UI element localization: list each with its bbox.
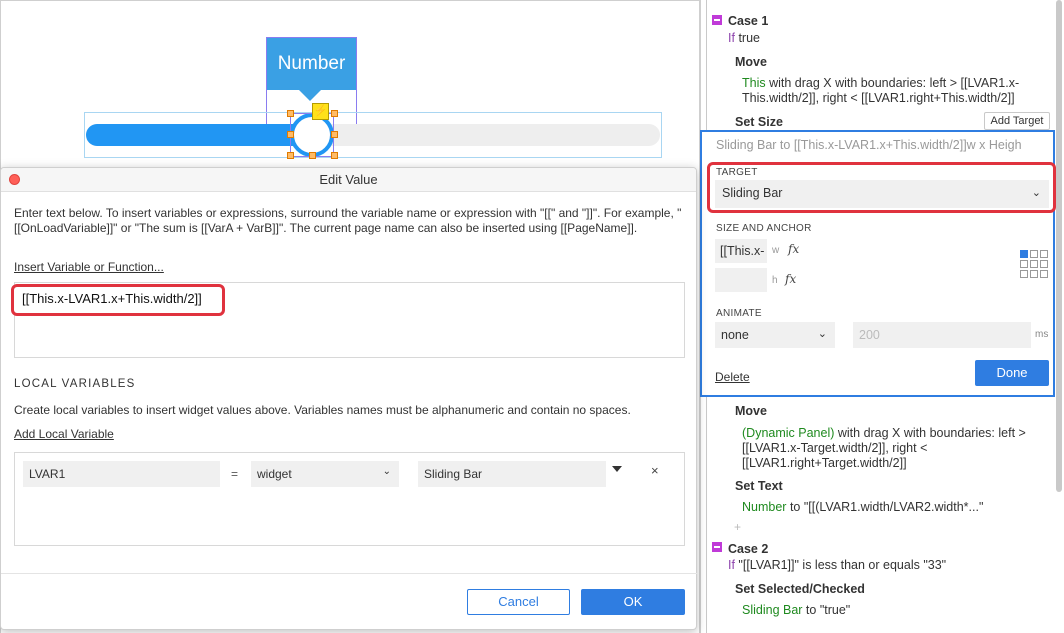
set-text-target: Number (742, 500, 787, 514)
variable-name-input[interactable]: LVAR1 (23, 461, 220, 487)
if-keyword: If (728, 558, 735, 572)
expression-text[interactable]: [[This.x-LVAR1.x+This.width/2]] (11, 284, 225, 316)
resize-handle[interactable] (309, 152, 316, 159)
size-anchor-label: SIZE AND ANCHOR (716, 223, 812, 234)
move2-detail: with drag X with boundaries: left > (834, 426, 1026, 440)
collapse-case-icon[interactable] (712, 15, 722, 25)
footer-divider (1, 573, 698, 574)
move-detail: with drag X with boundaries: left > [[LV… (765, 76, 1020, 90)
animate-value: none (721, 328, 749, 342)
ms-unit-label: ms (1035, 329, 1049, 340)
chevron-down-icon: ⌄ (382, 466, 391, 477)
function-icon[interactable]: fx (785, 272, 796, 286)
delete-variable-icon[interactable]: × (651, 463, 659, 478)
set-size-editor: Sliding Bar to [[This.x-LVAR1.x+This.wid… (700, 130, 1056, 397)
set-text-title[interactable]: Set Text (735, 479, 783, 493)
case-1-condition: If true (728, 31, 760, 45)
resize-handle[interactable] (331, 110, 338, 117)
resize-handle[interactable] (287, 152, 294, 159)
set-selected-detail: Sliding Bar to "true" (742, 603, 850, 617)
lightning-icon[interactable]: ⚡ (312, 103, 329, 120)
move2-target: (Dynamic Panel) (742, 426, 835, 440)
variable-type-select[interactable]: widget ⌄ (251, 461, 399, 487)
function-icon[interactable]: fx (788, 242, 799, 256)
target-highlight (707, 162, 1056, 213)
add-local-variable-link[interactable]: Add Local Variable (14, 427, 114, 441)
set-selected-target: Sliding Bar (742, 603, 803, 617)
dialog-titlebar: Edit Value (1, 168, 696, 192)
anchor-point[interactable] (1020, 250, 1028, 258)
set-size-title[interactable]: Set Size (735, 115, 783, 129)
resize-handle[interactable] (331, 131, 338, 138)
edit-value-dialog: Edit Value Enter text below. To insert v… (0, 167, 698, 630)
set-text-value: to "[[(LVAR1.width/LVAR2.width*..." (786, 500, 984, 514)
chevron-down-icon: ⌄ (817, 328, 827, 340)
ok-button[interactable]: OK (581, 589, 685, 615)
local-variables-description: Create local variables to insert widget … (14, 403, 631, 417)
condition-text: "[[LVAR1]]" is less than or equals "33" (734, 558, 947, 572)
dialog-description: Enter text below. To insert variables or… (14, 206, 682, 235)
anchor-point[interactable] (1020, 270, 1028, 278)
if-keyword: If (728, 31, 735, 45)
height-unit-label: h (772, 275, 778, 286)
move2-line2: [[LVAR1.x-Target.width/2]], right < (742, 441, 928, 455)
set-text-detail: Number to "[[(LVAR1.width/LVAR2.width*..… (742, 500, 983, 514)
anchor-point[interactable] (1030, 260, 1038, 268)
equals-sign: = (231, 467, 239, 481)
variable-type-value: widget (257, 467, 292, 481)
move-action-line1: This with drag X with boundaries: left >… (742, 76, 1019, 90)
variable-target-input[interactable]: Sliding Bar (418, 461, 606, 487)
case-2-condition: If "[[LVAR1]]" is less than or equals "3… (728, 558, 946, 572)
height-input[interactable] (715, 268, 767, 292)
anchor-point[interactable] (1020, 260, 1028, 268)
move2-line3: [[LVAR1.right+Target.width/2]] (742, 456, 907, 470)
condition-text: true (738, 31, 760, 45)
move-action-title-2[interactable]: Move (735, 404, 767, 418)
resize-handle[interactable] (287, 131, 294, 138)
action-summary: Sliding Bar to [[This.x-LVAR1.x+This.wid… (716, 138, 1022, 152)
anchor-point[interactable] (1030, 270, 1038, 278)
move-action-line2: This.width/2]], right < [[LVAR1.right+Th… (742, 91, 1015, 105)
duration-input[interactable]: 200 (853, 322, 1031, 348)
resize-handle[interactable] (331, 152, 338, 159)
sliding-bar[interactable] (86, 124, 312, 146)
anchor-point[interactable] (1040, 250, 1048, 258)
move-action-title[interactable]: Move (735, 55, 767, 69)
case-1-title[interactable]: Case 1 (728, 14, 768, 28)
anchor-grid[interactable] (1020, 250, 1048, 278)
delete-link[interactable]: Delete (715, 370, 750, 384)
local-variables-list: LVAR1 = widget ⌄ Sliding Bar × (14, 452, 685, 546)
anchor-point[interactable] (1040, 260, 1048, 268)
anchor-point[interactable] (1040, 270, 1048, 278)
resize-handle[interactable] (287, 110, 294, 117)
set-selected-title[interactable]: Set Selected/Checked (735, 582, 865, 596)
animate-label: ANIMATE (716, 308, 762, 319)
panel-scrollbar[interactable] (1056, 0, 1062, 492)
set-selected-value: to "true" (802, 603, 851, 617)
animate-select[interactable]: none ⌄ (715, 322, 835, 348)
number-tooltip[interactable]: Number (267, 38, 356, 90)
collapse-case-icon[interactable] (712, 542, 722, 552)
dialog-title: Edit Value (319, 172, 378, 187)
insert-variable-link[interactable]: Insert Variable or Function... (14, 260, 164, 274)
move2-line1: (Dynamic Panel) with drag X with boundar… (742, 426, 1026, 440)
done-button[interactable]: Done (975, 360, 1049, 386)
width-unit-label: w (772, 245, 780, 256)
tooltip-label: Number (277, 53, 346, 74)
width-input[interactable]: [[This.x- (715, 239, 767, 263)
anchor-point[interactable] (1030, 250, 1038, 258)
case-2-title[interactable]: Case 2 (728, 542, 768, 556)
target-dropdown-icon[interactable] (612, 466, 622, 472)
add-target-button[interactable]: Add Target (984, 112, 1050, 130)
tooltip-tail (298, 89, 322, 101)
cancel-button[interactable]: Cancel (467, 589, 570, 615)
add-action-icon[interactable]: + (734, 520, 741, 534)
local-variables-heading: LOCAL VARIABLES (14, 378, 136, 390)
move-target: This (742, 76, 766, 90)
